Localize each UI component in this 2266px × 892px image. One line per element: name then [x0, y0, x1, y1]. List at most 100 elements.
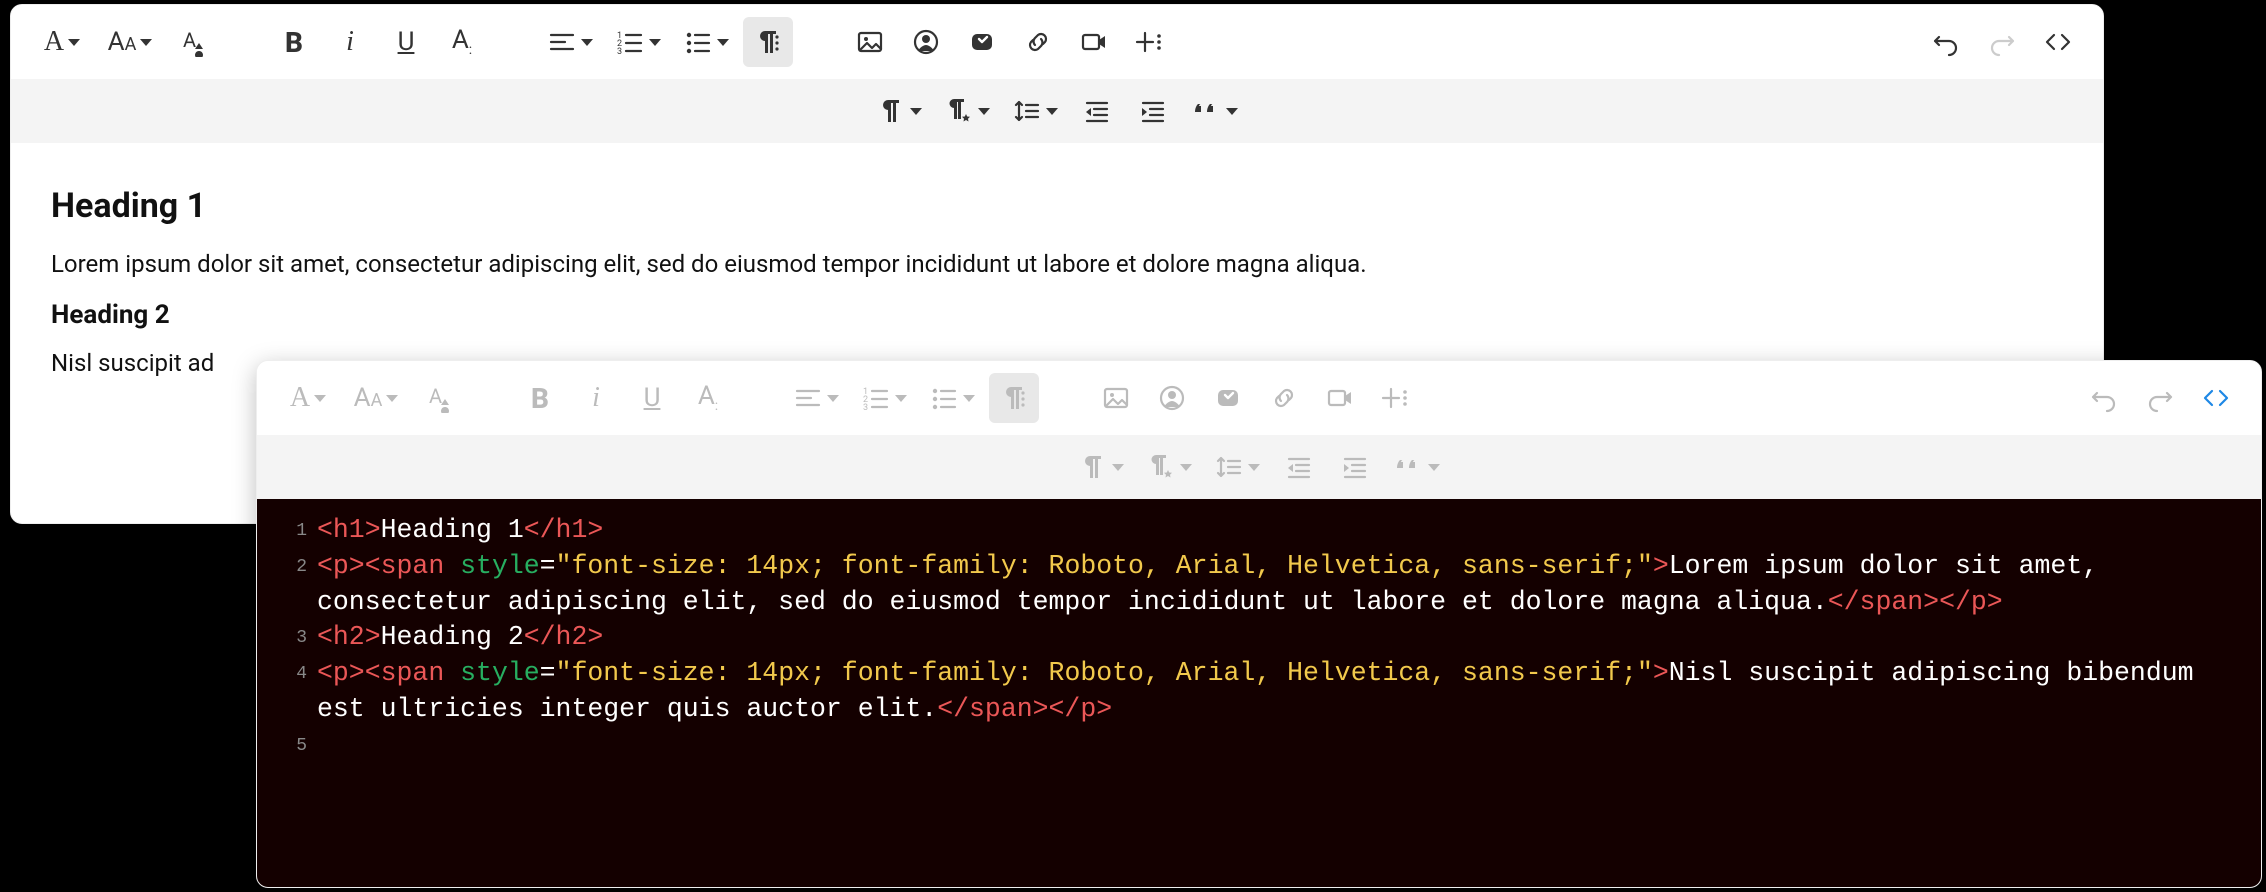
- bold-button[interactable]: B: [269, 17, 319, 67]
- redo-button[interactable]: [1977, 17, 2027, 67]
- badge-icon: [1213, 383, 1243, 413]
- insert-image-button[interactable]: [845, 17, 895, 67]
- unordered-list-button[interactable]: [675, 17, 737, 67]
- code-line-1[interactable]: 1 <h1>Heading 1</h1>: [277, 513, 2241, 549]
- font-size-button: AA: [345, 373, 407, 423]
- video-icon: [1325, 383, 1355, 413]
- clear-format-button: A:: [683, 373, 733, 423]
- pilcrow-star-icon: [1146, 452, 1176, 482]
- image-icon: [1101, 383, 1131, 413]
- line-number: 2: [277, 549, 307, 579]
- redo-icon: [2145, 383, 2175, 413]
- editor-codeview-window: A AA A B i U A: 123 1 <h1>He: [256, 360, 2262, 888]
- plus-more-icon: [1135, 27, 1165, 57]
- font-size-icon: AA: [354, 383, 383, 413]
- paragraph-format-button: [989, 373, 1039, 423]
- clear-format-button[interactable]: A:: [437, 17, 487, 67]
- paragraph-toolbar-disabled: [257, 435, 2261, 499]
- font-size-icon: AA: [108, 27, 137, 57]
- bold-icon: B: [531, 382, 549, 415]
- undo-icon: [1931, 27, 1961, 57]
- svg-text:A: A: [183, 28, 196, 52]
- indent-decrease-button[interactable]: [1072, 86, 1122, 136]
- code-icon: [2043, 27, 2073, 57]
- code-view-button[interactable]: [2191, 373, 2241, 423]
- redo-icon: [1987, 27, 2017, 57]
- main-toolbar: A AA A B i U A: 123: [11, 5, 2103, 79]
- user-circle-icon: [911, 27, 941, 57]
- underline-button[interactable]: U: [381, 17, 431, 67]
- indent-increase-icon: [1340, 452, 1370, 482]
- line-number: 3: [277, 620, 307, 650]
- para-style-button[interactable]: [868, 86, 930, 136]
- video-icon: [1079, 27, 1109, 57]
- insert-more-button: [1371, 373, 1421, 423]
- paragraph-icon: [753, 27, 783, 57]
- line-height-button[interactable]: [1004, 86, 1066, 136]
- bold-icon: B: [285, 26, 303, 59]
- svg-text:A: A: [429, 384, 442, 408]
- undo-button[interactable]: [1921, 17, 1971, 67]
- font-size-button[interactable]: AA: [99, 17, 161, 67]
- insert-user-button[interactable]: [901, 17, 951, 67]
- ordered-list-icon: 123: [615, 27, 645, 57]
- line-number: 1: [277, 513, 307, 543]
- indent-increase-button[interactable]: [1128, 86, 1178, 136]
- image-icon: [855, 27, 885, 57]
- italic-button: i: [571, 373, 621, 423]
- unordered-list-icon: [683, 27, 713, 57]
- pilcrow-icon: [876, 96, 906, 126]
- svg-text:3: 3: [617, 47, 622, 57]
- paragraph-toolbar: [11, 79, 2103, 143]
- redo-button: [2135, 373, 2185, 423]
- font-color-button: A: [413, 373, 463, 423]
- insert-link-button[interactable]: [1013, 17, 1063, 67]
- indent-decrease-icon: [1284, 452, 1314, 482]
- line-number: 5: [277, 728, 307, 758]
- undo-button: [2079, 373, 2129, 423]
- user-circle-icon: [1157, 383, 1187, 413]
- paragraph-format-button[interactable]: [743, 17, 793, 67]
- code-line-4[interactable]: 4 <p><span style="font-size: 14px; font-…: [277, 656, 2241, 728]
- align-button[interactable]: [539, 17, 601, 67]
- line-height-button: [1206, 442, 1268, 492]
- font-color-icon: A: [423, 383, 453, 413]
- italic-icon: i: [592, 382, 600, 414]
- underline-icon: U: [398, 27, 415, 57]
- line-height-icon: [1012, 96, 1042, 126]
- quote-button: [1386, 442, 1448, 492]
- code-line-5[interactable]: 5: [277, 728, 2241, 764]
- underline-icon: U: [644, 383, 661, 413]
- align-button: [785, 373, 847, 423]
- insert-more-button[interactable]: [1125, 17, 1175, 67]
- font-family-button: A: [277, 373, 339, 423]
- clear-format-icon: A:: [452, 25, 472, 58]
- para-special-button[interactable]: [936, 86, 998, 136]
- align-left-icon: [793, 383, 823, 413]
- para-special-button: [1138, 442, 1200, 492]
- insert-video-button[interactable]: [1069, 17, 1119, 67]
- doc-paragraph-1[interactable]: Lorem ipsum dolor sit amet, consectetur …: [51, 246, 2063, 282]
- code-editor[interactable]: 1 <h1>Heading 1</h1> 2 <p><span style="f…: [257, 499, 2261, 888]
- code-line-2[interactable]: 2 <p><span style="font-size: 14px; font-…: [277, 549, 2241, 621]
- code-view-button[interactable]: [2033, 17, 2083, 67]
- insert-badge-button[interactable]: [957, 17, 1007, 67]
- quote-icon: [1192, 96, 1222, 126]
- indent-increase-button: [1330, 442, 1380, 492]
- quote-icon: [1394, 452, 1424, 482]
- code-line-3[interactable]: 3 <h2>Heading 2</h2>: [277, 620, 2241, 656]
- doc-heading-1[interactable]: Heading 1: [51, 181, 2063, 232]
- font-color-icon: A: [177, 27, 207, 57]
- ordered-list-icon: 123: [861, 383, 891, 413]
- italic-button[interactable]: i: [325, 17, 375, 67]
- undo-icon: [2089, 383, 2119, 413]
- quote-button[interactable]: [1184, 86, 1246, 136]
- doc-heading-2[interactable]: Heading 2: [51, 296, 2063, 335]
- insert-badge-button: [1203, 373, 1253, 423]
- bold-button: B: [515, 373, 565, 423]
- font-color-button[interactable]: A: [167, 17, 217, 67]
- ordered-list-button[interactable]: 123: [607, 17, 669, 67]
- font-family-button[interactable]: A: [31, 17, 93, 67]
- insert-link-button: [1259, 373, 1309, 423]
- indent-increase-icon: [1138, 96, 1168, 126]
